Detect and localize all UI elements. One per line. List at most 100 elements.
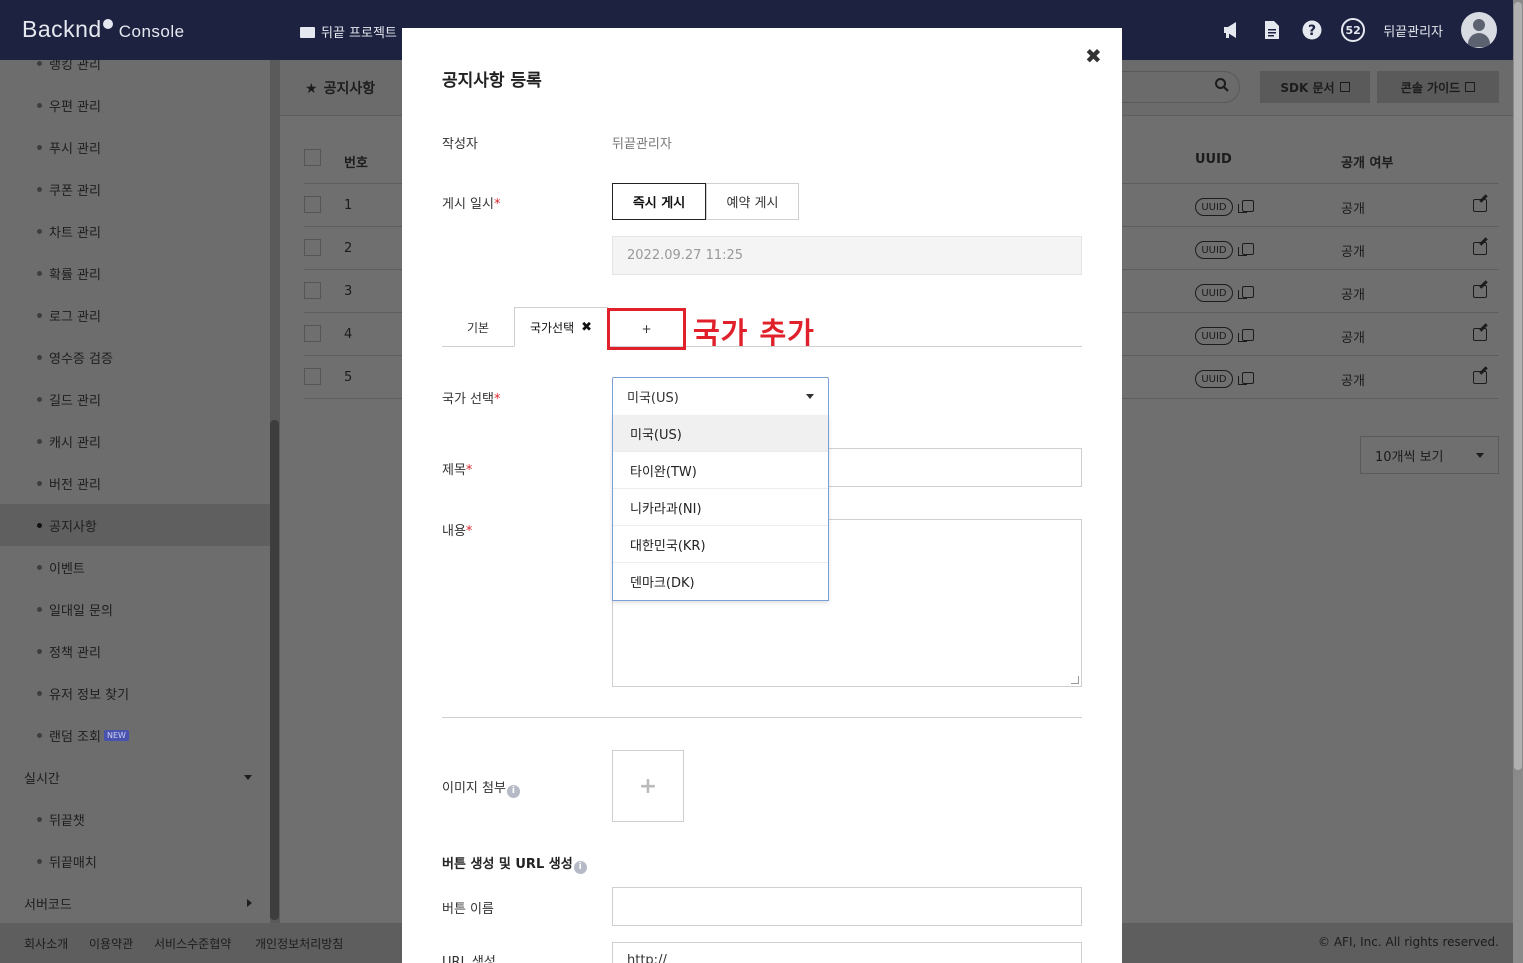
modal-title: 공지사항 등록	[442, 71, 542, 91]
tab-country-label: 국가선택	[529, 320, 575, 335]
sidebar-item-policy[interactable]: 정책 관리	[0, 630, 270, 672]
close-icon[interactable]: ✖	[581, 320, 592, 335]
copy-icon[interactable]	[1238, 372, 1254, 385]
edit-icon[interactable]	[1473, 242, 1487, 255]
sidebar-item-probability[interactable]: 확률 관리	[0, 252, 270, 294]
url-input[interactable]: http://	[612, 942, 1082, 963]
row-checkbox[interactable]	[304, 282, 321, 299]
image-upload-button[interactable]: +	[612, 750, 684, 822]
per-page-select[interactable]: 10개씩 보기	[1360, 436, 1499, 474]
sidebar-item-coupon[interactable]: 쿠폰 관리	[0, 168, 270, 210]
sidebar-item-push[interactable]: 푸시 관리	[0, 126, 270, 168]
backnd-logo[interactable]: Backnd Console	[22, 16, 185, 43]
sidebar-scrollbar-thumb[interactable]	[270, 420, 279, 920]
sidebar-section-realtime[interactable]: 실시간	[24, 756, 252, 798]
uuid-badge[interactable]: UUID	[1195, 327, 1233, 345]
info-icon[interactable]: i	[573, 861, 587, 874]
row-checkbox[interactable]	[304, 368, 321, 385]
notification-count-badge[interactable]: 52	[1341, 18, 1366, 42]
post-scheduled-button[interactable]: 예약 게시	[706, 183, 799, 220]
sidebar-item-event[interactable]: 이벤트	[0, 546, 270, 588]
author-value: 뒤끝관리자	[612, 137, 672, 152]
info-icon[interactable]: i	[506, 785, 520, 798]
sidebar-item-notice[interactable]: 공지사항	[0, 504, 270, 546]
edit-icon[interactable]	[1473, 285, 1487, 298]
sidebar-item-version[interactable]: 버전 관리	[0, 462, 270, 504]
post-now-button[interactable]: 즉시 게시	[612, 183, 706, 220]
row-public-status: 공개	[1341, 245, 1365, 260]
sidebar-item-mail[interactable]: 우편 관리	[0, 84, 270, 126]
sidebar-item-random[interactable]: 랜덤 조회 NEW	[0, 714, 270, 756]
bullet	[37, 102, 42, 108]
document-icon[interactable]	[1261, 19, 1283, 41]
search-icon[interactable]	[1215, 78, 1229, 96]
country-select[interactable]: 미국(US)	[612, 377, 829, 416]
uuid-badge[interactable]: UUID	[1195, 284, 1233, 302]
sidebar-item-inquiry[interactable]: 일대일 문의	[0, 588, 270, 630]
row-public-status: 공개	[1341, 288, 1365, 303]
page-scrollbar-thumb[interactable]	[1514, 2, 1522, 770]
copyright-text: © AFI, Inc. All rights reserved.	[1318, 935, 1499, 949]
avatar[interactable]	[1461, 12, 1497, 48]
sidebar-item-chat[interactable]: 뒤끝챗	[0, 798, 270, 840]
close-icon[interactable]: ✖	[1085, 44, 1102, 68]
sidebar-item-match[interactable]: 뒤끝매치	[0, 840, 270, 882]
row-number: 3	[344, 284, 353, 299]
tab-basic[interactable]: 기본	[442, 307, 514, 347]
sidebar-item-log[interactable]: 로그 관리	[0, 294, 270, 336]
sidebar-item-label: 정책 관리	[49, 645, 101, 661]
edit-icon[interactable]	[1473, 328, 1487, 341]
button-name-input[interactable]	[612, 887, 1082, 926]
folder-icon	[300, 27, 315, 38]
bullet	[37, 480, 42, 486]
uuid-badge[interactable]: UUID	[1195, 370, 1233, 388]
country-option[interactable]: 니카라과(NI)	[613, 489, 828, 526]
copy-icon[interactable]	[1238, 200, 1254, 213]
add-country-tab-button[interactable]: +	[607, 308, 686, 350]
sidebar-item-label: 뒤끝챗	[49, 813, 85, 829]
row-checkbox[interactable]	[304, 239, 321, 256]
copy-icon[interactable]	[1238, 243, 1254, 256]
edit-icon[interactable]	[1473, 371, 1487, 384]
sidebar-item-label: 일대일 문의	[49, 603, 113, 619]
section-divider	[442, 717, 1082, 718]
footer-link-terms[interactable]: 이용약관	[89, 935, 133, 952]
star-icon[interactable]: ★	[305, 81, 318, 97]
bullet	[37, 270, 42, 276]
country-option[interactable]: 미국(US)	[613, 415, 828, 452]
help-icon[interactable]: ?	[1301, 19, 1323, 41]
resize-handle[interactable]	[1071, 676, 1079, 684]
megaphone-icon[interactable]	[1221, 19, 1243, 41]
project-selector[interactable]: 뒤끝 프로젝트	[300, 22, 397, 41]
console-guide-button[interactable]: 콘솔 가이드	[1377, 71, 1499, 103]
footer-link-sla[interactable]: 서비스수준협약	[154, 935, 231, 952]
country-option[interactable]: 덴마크(DK)	[613, 563, 828, 600]
sidebar-item-user-search[interactable]: 유저 정보 찾기	[0, 672, 270, 714]
copy-icon[interactable]	[1238, 329, 1254, 342]
row-checkbox[interactable]	[304, 325, 321, 342]
country-option[interactable]: 대한민국(KR)	[613, 526, 828, 563]
sidebar-item-guild[interactable]: 길드 관리	[0, 378, 270, 420]
sidebar-item-label: 랜덤 조회	[49, 729, 101, 745]
edit-icon[interactable]	[1473, 199, 1487, 212]
footer-link-privacy[interactable]: 개인정보처리방침	[255, 935, 343, 952]
copy-icon[interactable]	[1238, 286, 1254, 299]
sidebar-section-servercode[interactable]: 서버코드	[24, 882, 252, 923]
url-label: URL 생성	[442, 955, 496, 963]
country-option[interactable]: 타이완(TW)	[613, 452, 828, 489]
bullet	[37, 732, 42, 738]
sidebar-item-cash[interactable]: 캐시 관리	[0, 420, 270, 462]
uuid-badge[interactable]: UUID	[1195, 198, 1233, 216]
sidebar-item-receipt[interactable]: 영수증 검증	[0, 336, 270, 378]
bullet	[37, 312, 42, 318]
footer-link-company[interactable]: 회사소개	[24, 935, 68, 952]
sidebar-item-ranking[interactable]: 랭킹 관리	[0, 60, 270, 84]
tab-country[interactable]: 국가선택 ✖	[514, 307, 608, 347]
user-name[interactable]: 뒤끝관리자	[1383, 21, 1443, 40]
uuid-badge[interactable]: UUID	[1195, 241, 1233, 259]
row-checkbox[interactable]	[304, 196, 321, 213]
select-all-checkbox[interactable]	[304, 149, 321, 166]
sdk-docs-button[interactable]: SDK 문서	[1260, 71, 1370, 103]
sidebar-item-chart[interactable]: 차트 관리	[0, 210, 270, 252]
bullet	[37, 396, 42, 402]
